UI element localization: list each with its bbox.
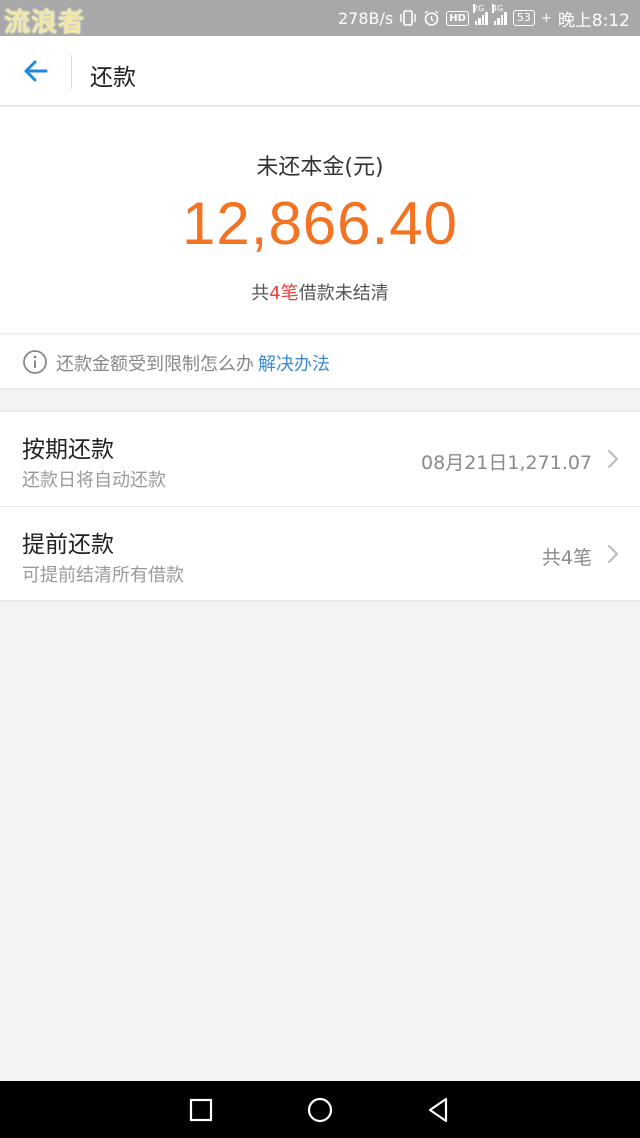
alarm-icon <box>423 9 440 27</box>
app-header: 还款 <box>0 36 640 106</box>
limit-notice: 还款金额受到限制怎么办 解决办法 <box>0 335 640 389</box>
list-item-value: 08月21日1,271.07 <box>421 452 592 474</box>
outstanding-principal-label: 未还本金(元) <box>256 155 384 180</box>
status-bar: 流浪者 278B/s HD 2G 4G 53 + 晚上8:12 <box>0 0 640 38</box>
list-item-subtitle: 可提前结清所有借款 <box>22 565 184 586</box>
battery-icon: 53 <box>512 10 535 26</box>
back-button[interactable] <box>18 53 54 89</box>
list-item-title: 提前还款 <box>22 532 114 558</box>
list-item-subtitle: 还款日将自动还款 <box>22 470 166 491</box>
notice-message: 还款金额受到限制怎么办 <box>56 354 254 375</box>
circle-icon[interactable] <box>305 1095 335 1125</box>
header-divider <box>71 55 72 89</box>
chevron-right-icon <box>607 449 619 469</box>
square-icon[interactable] <box>186 1095 216 1125</box>
outstanding-principal-amount: 12,866.40 <box>182 190 458 257</box>
loan-count-text: 共4笔借款未结清 <box>0 279 640 305</box>
signal-4g-icon: 4G <box>491 4 507 25</box>
status-icons: 278B/s HD 2G 4G 53 + 晚上8:12 <box>338 0 630 36</box>
list-item-early-repayment[interactable]: 提前还款 可提前结清所有借款 共4笔 <box>0 506 640 600</box>
chevron-right-icon <box>607 544 619 564</box>
page-title: 还款 <box>90 65 136 91</box>
info-icon <box>23 350 47 374</box>
triangle-back-icon[interactable] <box>424 1095 454 1125</box>
list-item-title: 按期还款 <box>22 437 114 463</box>
clock: 晚上8:12 <box>557 10 630 31</box>
notice-text: 还款金额受到限制怎么办 解决办法 <box>56 350 330 376</box>
watermark-logo: 流浪者 <box>4 8 86 38</box>
loan-count-suffix: 借款未结清 <box>298 283 389 304</box>
system-nav-bar <box>0 1081 640 1138</box>
loan-count-number: 4笔 <box>269 283 299 304</box>
arrow-left-icon <box>24 60 48 82</box>
signal-2g-icon: 2G <box>472 4 488 25</box>
solution-link[interactable]: 解决办法 <box>258 354 330 375</box>
loan-count-prefix: 共 <box>251 283 270 304</box>
net-speed: 278B/s <box>337 8 394 28</box>
hd-icon: HD <box>446 10 469 26</box>
list-item-scheduled-repayment[interactable]: 按期还款 还款日将自动还款 08月21日1,271.07 <box>0 412 640 506</box>
vibrate-icon <box>399 10 417 26</box>
outstanding-summary: 未还本金(元) 12,866.40 共4笔借款未结清 <box>0 107 640 334</box>
list-item-value: 共4笔 <box>541 547 592 569</box>
charging-icon: + <box>540 10 552 26</box>
repayment-options: 按期还款 还款日将自动还款 08月21日1,271.07 提前还款 可提前结清所… <box>0 411 640 601</box>
